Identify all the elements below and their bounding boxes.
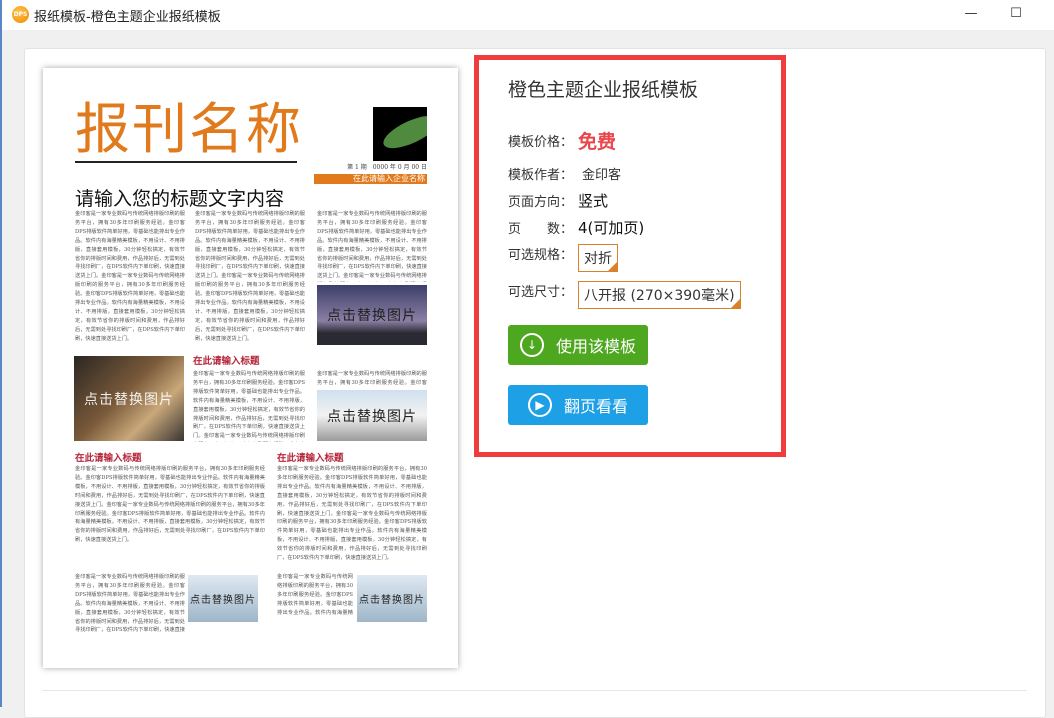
app-logo-icon: DPS bbox=[12, 6, 29, 23]
price-label: 模板价格： bbox=[508, 135, 574, 150]
masthead: 报刊名称 bbox=[75, 97, 304, 161]
orientation-value: 竖式 bbox=[578, 192, 609, 210]
template-preview[interactable]: 报刊名称 第 1 期 0000 年 0 月 00 日 在此请输入企业名称 请输入… bbox=[43, 68, 458, 668]
divider bbox=[42, 690, 1027, 691]
flip-preview-label: 翻页看看 bbox=[563, 397, 628, 416]
image-placeholder-label: 点击替换图片 bbox=[327, 408, 417, 425]
image-placeholder-label: 点击替换图片 bbox=[84, 391, 174, 408]
window-edge bbox=[0, 30, 2, 707]
issue-date: 第 1 期 0000 年 0 月 00 日 bbox=[347, 164, 427, 171]
minimize-button[interactable]: — bbox=[960, 4, 982, 24]
template-title: 橙色主题企业报纸模板 bbox=[508, 79, 699, 101]
fern-image bbox=[373, 107, 427, 161]
section-title: 在此请输入标题 bbox=[277, 453, 344, 464]
article-text: 金印客是一家专业数码与传统网络排版印刷的服务平台，拥有30多年印刷服务经验。金印… bbox=[75, 466, 265, 544]
price-value: 免费 bbox=[578, 131, 617, 153]
image-placeholder[interactable]: 点击替换图片 bbox=[317, 285, 427, 345]
use-template-label: 使用该模板 bbox=[555, 337, 636, 356]
orientation-label: 页面方向： bbox=[508, 195, 574, 210]
download-icon: ↓ bbox=[519, 333, 544, 357]
article-text: 金印客是一家专业数码与传统网络排版印刷的服务平台，拥有30多年印刷服务经验。金印… bbox=[193, 371, 305, 440]
flip-preview-button[interactable]: ▶ 翻页看看 bbox=[508, 385, 648, 425]
image-placeholder-label: 点击替换图片 bbox=[359, 595, 425, 606]
play-icon: ▶ bbox=[527, 393, 552, 417]
article-text: 金印客是一家专业数码与传统网络排版印刷的服务平台，拥有30多年印刷服务经验。金印… bbox=[195, 211, 305, 342]
article-text: 金印客是一家专业数码与传统网络排版印刷的服务平台，拥有30多年印刷服务经验。金印… bbox=[277, 574, 353, 616]
image-placeholder[interactable]: 点击替换图片 bbox=[357, 575, 427, 622]
article-text: 金印客是一家专业数码与传统网络排版印刷的服务平台，拥有30多年印刷服务经验。金印… bbox=[277, 466, 427, 562]
headline: 请输入您的标题文字内容 bbox=[75, 188, 285, 210]
spec-option-selected[interactable]: 对折 bbox=[578, 244, 618, 272]
title-bar: DPS 报纸模板-橙色主题企业报纸模板 — ☐ bbox=[0, 0, 1054, 30]
author-value: 金印客 bbox=[582, 168, 622, 183]
price-row: 模板价格： 免费 bbox=[508, 127, 616, 154]
article-text: 金印客是一家专业数码与传统网络排版印刷的服务平台，拥有30多年印刷服务经验。金印… bbox=[317, 211, 427, 280]
use-template-button[interactable]: ↓ 使用该模板 bbox=[508, 325, 648, 365]
template-info-box: 橙色主题企业报纸模板 模板价格： 免费 模板作者： 金印客 页面方向： 竖式 页… bbox=[474, 55, 786, 457]
article-text: 金印客是一家专业数码与传统网络排版印刷的服务平台，拥有30多年印刷服务经验。金印… bbox=[75, 574, 185, 634]
author-label: 模板作者： bbox=[508, 168, 574, 183]
masthead-underline bbox=[75, 161, 297, 163]
company-bar: 在此请输入企业名称 bbox=[314, 174, 427, 184]
size-label: 可选尺寸： bbox=[508, 285, 574, 300]
image-placeholder[interactable]: 点击替换图片 bbox=[317, 390, 427, 441]
size-option-selected[interactable]: 八开报 (270×390毫米) bbox=[578, 281, 741, 309]
image-placeholder-label: 点击替换图片 bbox=[190, 595, 256, 606]
article-text: 金印客是一家专业数码与传统网络排版印刷的服务平台，拥有30多年印刷服务经验。金印… bbox=[317, 371, 427, 386]
section-title: 在此请输入标题 bbox=[193, 356, 260, 367]
window-title: 报纸模板-橙色主题企业报纸模板 bbox=[34, 10, 221, 25]
image-placeholder[interactable]: 点击替换图片 bbox=[74, 356, 184, 441]
spec-label: 可选规格： bbox=[508, 248, 574, 263]
pages-value: 4(可加页) bbox=[578, 219, 645, 237]
size-row: 可选尺寸： 八开报 (270×390毫米) bbox=[508, 281, 741, 309]
author-row: 模板作者： 金印客 bbox=[508, 164, 621, 183]
section-title: 在此请输入标题 bbox=[75, 453, 142, 464]
image-placeholder-label: 点击替换图片 bbox=[327, 308, 417, 324]
spec-row: 可选规格： 对折 bbox=[508, 244, 618, 272]
article-text: 金印客是一家专业数码与传统网络排版印刷的服务平台，拥有30多年印刷服务经验。金印… bbox=[75, 211, 185, 342]
pages-label: 页 数： bbox=[508, 222, 574, 237]
image-placeholder[interactable]: 点击替换图片 bbox=[188, 575, 258, 622]
orientation-row: 页面方向： 竖式 bbox=[508, 190, 608, 211]
pages-row: 页 数： 4(可加页) bbox=[508, 217, 644, 238]
maximize-button[interactable]: ☐ bbox=[1005, 4, 1027, 24]
